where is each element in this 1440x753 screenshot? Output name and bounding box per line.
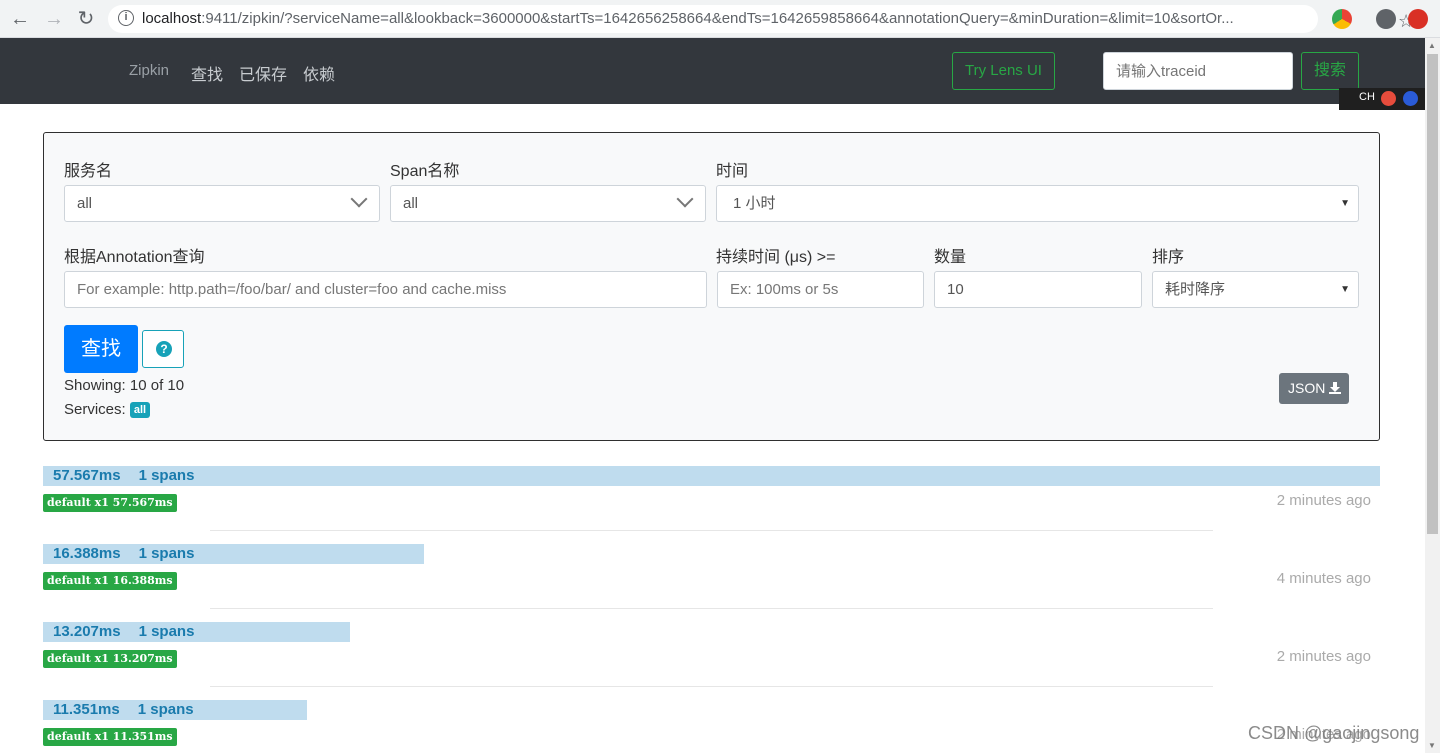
trace-summary: 13.207ms 1 spans (53, 623, 212, 640)
help-button[interactable]: ? (142, 330, 184, 368)
traceid-input[interactable] (1103, 52, 1293, 90)
brand-logo[interactable]: Zipkin (129, 62, 169, 79)
min-duration-label: 持续时间 (μs) >= (716, 249, 836, 266)
trace-duration: 16.388ms (53, 545, 121, 562)
trace-timestamp: 2 minutes ago (1276, 492, 1371, 509)
search-panel: 服务名 all Span名称 all 时间 1 小时 ▼ 根据Annotatio… (43, 132, 1380, 441)
nav-link-find[interactable]: 查找 (191, 61, 223, 85)
trace-summary: 16.388ms 1 spans (53, 545, 212, 562)
scroll-down-icon[interactable]: ▼ (1428, 741, 1436, 750)
question-circle-icon: ? (156, 341, 172, 357)
trace-summary: 57.567ms 1 spans (53, 467, 212, 484)
ime-language-label[interactable]: CH (1359, 91, 1375, 103)
page-scrollbar[interactable]: ▲ ▼ (1425, 38, 1440, 753)
sort-label: 排序 (1152, 249, 1185, 266)
row-divider (210, 686, 1213, 687)
time-select[interactable]: 1 小时 ▼ (716, 185, 1359, 222)
trace-timestamp: 4 minutes ago (1276, 570, 1371, 587)
ime-help-icon[interactable] (1403, 91, 1418, 106)
trace-duration: 13.207ms (53, 623, 121, 640)
sogou-icon[interactable] (1381, 91, 1396, 106)
profile-icon[interactable] (1376, 9, 1396, 29)
caret-down-icon: ▼ (1340, 284, 1350, 295)
trace-span-count: 1 spans (138, 467, 195, 484)
trace-duration: 57.567ms (53, 467, 121, 484)
annotation-query-label: 根据Annotation查询 (64, 249, 205, 266)
sort-value: 耗时降序 (1165, 281, 1226, 298)
services-summary: Services: all (64, 401, 151, 418)
span-name-label: Span名称 (390, 163, 460, 180)
trace-span-count: 1 spans (138, 623, 195, 640)
trace-span-count: 1 spans (138, 545, 195, 562)
sort-select[interactable]: 耗时降序 ▼ (1152, 271, 1359, 308)
download-icon (1329, 382, 1341, 394)
span-name-value: all (403, 195, 419, 212)
service-duration-tag: default x1 57.567ms (43, 494, 177, 512)
showing-count: Showing: 10 of 10 (64, 377, 185, 394)
search-traceid-button[interactable]: 搜索 (1301, 52, 1359, 90)
url-path: :9411/zipkin/?serviceName=all&lookback=3… (201, 10, 1234, 27)
service-duration-tag: default x1 11.351ms (43, 728, 177, 746)
trace-span-count: 1 spans (137, 701, 194, 718)
caret-down-icon: ▼ (1340, 198, 1350, 209)
address-bar[interactable]: i localhost:9411/zipkin/?serviceName=all… (108, 5, 1414, 33)
forward-icon[interactable]: → (42, 7, 66, 31)
info-icon[interactable]: i (118, 10, 134, 26)
back-icon[interactable]: ← (8, 7, 32, 31)
time-value: 1 小时 (733, 195, 776, 212)
time-label: 时间 (716, 163, 749, 180)
trace-row[interactable]: 11.351ms 1 spans default x1 11.351ms 2 minu… (43, 700, 1380, 753)
trace-row[interactable]: 13.207ms 1 spans default x1 13.207ms 2 minu… (43, 622, 1380, 700)
service-label: 服务名 (64, 163, 113, 180)
service-select[interactable]: all (64, 185, 380, 222)
row-divider (210, 530, 1213, 531)
url-text: localhost:9411/zipkin/?serviceName=all&l… (142, 10, 1272, 27)
scroll-thumb[interactable] (1427, 54, 1438, 534)
services-label: Services: (64, 401, 126, 418)
top-navbar: Zipkin 查找 已保存 依赖 Try Lens UI 搜索 (0, 38, 1425, 104)
chevron-down-icon (350, 190, 368, 208)
service-value: all (77, 195, 93, 212)
extension-icon[interactable] (1332, 9, 1352, 29)
limit-label: 数量 (934, 249, 967, 266)
nav-link-dependencies[interactable]: 依赖 (303, 61, 335, 85)
url-host: localhost (142, 10, 202, 27)
row-divider (210, 608, 1213, 609)
min-duration-input[interactable]: Ex: 100ms or 5s (717, 271, 924, 308)
try-lens-ui-button[interactable]: Try Lens UI (952, 52, 1055, 90)
watermark: CSDN @gaojingsong (1248, 723, 1420, 743)
trace-row[interactable]: 57.567ms 1 spans default x1 57.567ms 2 minu… (43, 466, 1380, 544)
reload-icon[interactable]: ↻ (74, 7, 98, 31)
find-button[interactable]: 查找 (64, 325, 138, 373)
duration-bar[interactable] (43, 466, 1380, 486)
trace-summary: 11.351ms 1 spans (53, 701, 212, 718)
update-icon[interactable] (1408, 9, 1428, 29)
browser-toolbar: ← → ↻ i localhost:9411/zipkin/?serviceNa… (0, 0, 1440, 38)
service-badge[interactable]: all (129, 402, 151, 418)
chevron-down-icon (676, 190, 694, 208)
json-button-label: JSON (1288, 380, 1326, 396)
service-duration-tag: default x1 13.207ms (43, 650, 177, 668)
span-name-select[interactable]: all (390, 185, 706, 222)
json-download-button[interactable]: JSON (1279, 373, 1349, 404)
trace-row[interactable]: 16.388ms 1 spans default x1 16.388ms 4 minu… (43, 544, 1380, 622)
annotation-query-input[interactable]: For example: http.path=/foo/bar/ and clu… (64, 271, 707, 308)
limit-input[interactable]: 10 (934, 271, 1142, 308)
nav-link-saved[interactable]: 已保存 (239, 61, 287, 85)
service-duration-tag: default x1 16.388ms (43, 572, 177, 590)
trace-timestamp: 2 minutes ago (1276, 648, 1371, 665)
scroll-up-icon[interactable]: ▲ (1428, 41, 1436, 50)
trace-duration: 11.351ms (53, 701, 120, 718)
